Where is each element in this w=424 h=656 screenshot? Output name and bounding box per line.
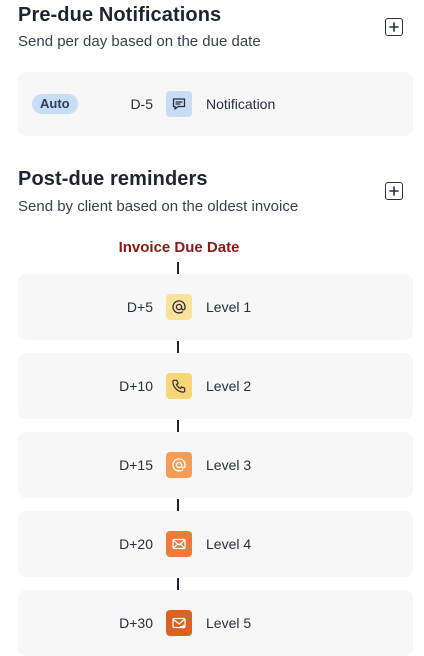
pre-due-subtitle: Send per day based on the due date — [18, 33, 261, 50]
add-pre-due-button[interactable] — [385, 18, 403, 36]
level-2-card[interactable]: D+10 Level 2 — [18, 353, 413, 419]
level-5-card[interactable]: D+30 Level 5 — [18, 590, 413, 656]
level-3-card[interactable]: D+15 Level 3 — [18, 432, 413, 498]
at-icon — [166, 452, 192, 478]
pre-due-title: Pre-due Notifications — [18, 4, 222, 26]
at-icon — [166, 294, 192, 320]
timeline-connector — [177, 499, 179, 511]
auto-badge: Auto — [32, 94, 78, 114]
level-label: Level 5 — [206, 615, 252, 631]
post-due-title: Post-due reminders — [18, 168, 208, 190]
timeline-connector — [177, 578, 179, 590]
level-offset: D+10 — [119, 378, 153, 394]
level-label: Level 2 — [206, 378, 252, 394]
timeline-connector — [177, 420, 179, 432]
level-1-card[interactable]: D+5 Level 1 — [18, 274, 413, 340]
add-post-due-button[interactable] — [385, 182, 403, 200]
level-4-card[interactable]: D+20 Level 4 — [18, 511, 413, 577]
message-icon — [166, 91, 192, 117]
timeline-connector — [177, 262, 179, 274]
mail-icon — [166, 531, 192, 557]
level-label: Level 1 — [206, 299, 252, 315]
invoice-due-date-label: Invoice Due Date — [118, 239, 240, 256]
level-offset: D+15 — [119, 457, 153, 473]
plus-square-icon — [389, 22, 399, 32]
level-offset: D+20 — [119, 536, 153, 552]
pre-due-offset: D-5 — [130, 96, 153, 112]
level-offset: D+5 — [126, 299, 153, 315]
level-label: Level 3 — [206, 457, 252, 473]
level-label: Level 4 — [206, 536, 252, 552]
mail-send-icon — [166, 610, 192, 636]
post-due-subtitle: Send by client based on the oldest invoi… — [18, 198, 299, 215]
level-offset: D+30 — [119, 615, 153, 631]
phone-icon — [166, 373, 192, 399]
pre-due-notification-card[interactable]: Auto D-5 Notification — [18, 72, 413, 136]
pre-due-label: Notification — [206, 96, 276, 112]
timeline-connector — [177, 341, 179, 353]
plus-square-icon — [389, 186, 399, 196]
